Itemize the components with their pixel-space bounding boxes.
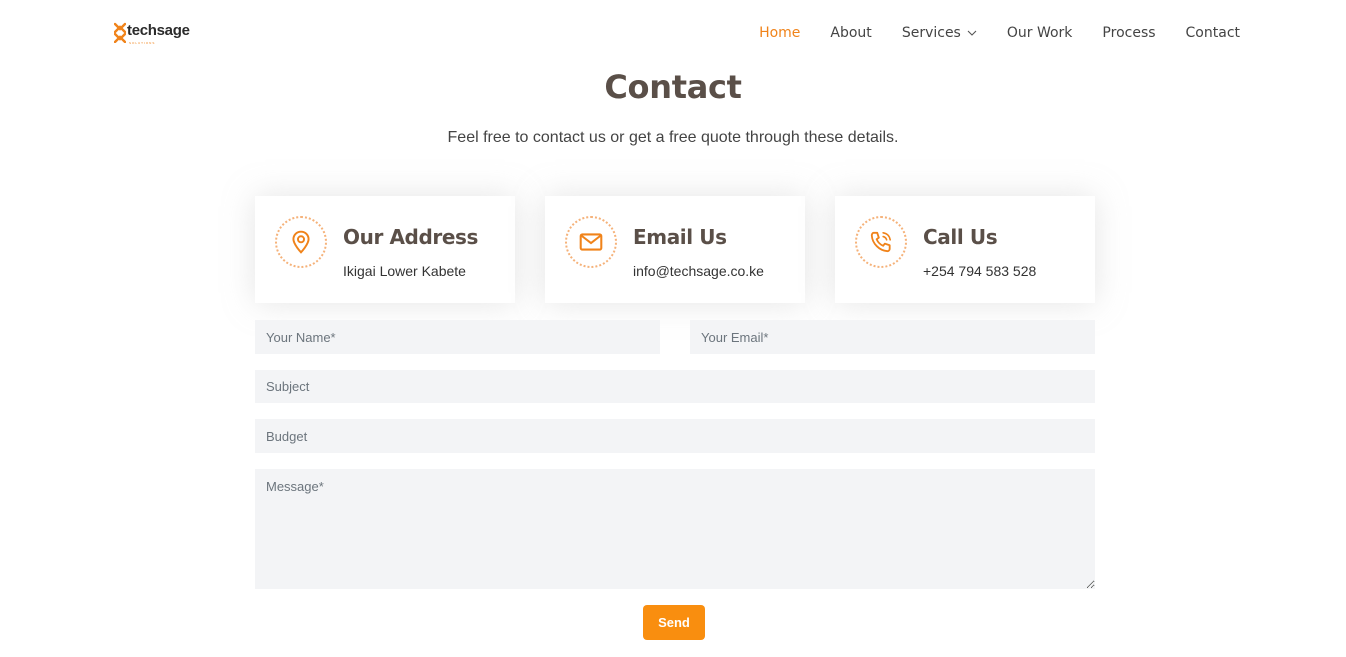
nav-item-about[interactable]: About — [830, 24, 871, 42]
site-header: techsage SOLUTIONS Home About Services O… — [0, 0, 1346, 66]
phone-icon — [870, 231, 892, 253]
address-title: Our Address — [343, 225, 479, 249]
address-text: Ikigai Lower Kabete — [343, 263, 466, 279]
subject-input[interactable] — [255, 370, 1095, 403]
email-title: Email Us — [633, 225, 727, 249]
nav-item-our-work[interactable]: Our Work — [1007, 24, 1073, 42]
message-textarea[interactable] — [255, 469, 1095, 589]
name-input[interactable] — [255, 320, 660, 354]
envelope-icon — [579, 233, 603, 251]
main-nav: Home About Services Our Work Process Con… — [729, 24, 1240, 42]
nav-item-process[interactable]: Process — [1102, 24, 1155, 42]
nav-item-services[interactable]: Services — [902, 24, 977, 42]
address-icon-circle — [275, 216, 327, 268]
email-input[interactable] — [690, 320, 1095, 354]
email-icon-circle — [565, 216, 617, 268]
phone-title: Call Us — [923, 225, 998, 249]
nav-item-services-label: Services — [901, 25, 961, 41]
page-title: Contact — [604, 68, 742, 106]
email-card: Email Us info@techsage.co.ke — [545, 196, 805, 303]
chevron-down-icon — [967, 30, 977, 36]
email-text[interactable]: info@techsage.co.ke — [633, 262, 764, 280]
nav-item-home[interactable]: Home — [759, 24, 800, 42]
nav-item-contact[interactable]: Contact — [1186, 24, 1240, 42]
phone-card: Call Us +254 794 583 528 — [835, 196, 1095, 303]
logo-mark-icon — [114, 22, 126, 43]
brand-logo[interactable]: techsage SOLUTIONS — [114, 21, 190, 47]
page-subtitle: Feel free to contact us or get a free qu… — [447, 129, 899, 146]
brand-name: techsage — [127, 22, 190, 39]
send-button[interactable]: Send — [643, 605, 705, 640]
phone-icon-circle — [855, 216, 907, 268]
brand-tagline: SOLUTIONS — [129, 41, 156, 45]
address-card: Our Address Ikigai Lower Kabete — [255, 196, 515, 303]
budget-input[interactable] — [255, 419, 1095, 453]
map-pin-icon — [292, 230, 310, 254]
phone-text[interactable]: +254 794 583 528 — [923, 262, 1036, 280]
